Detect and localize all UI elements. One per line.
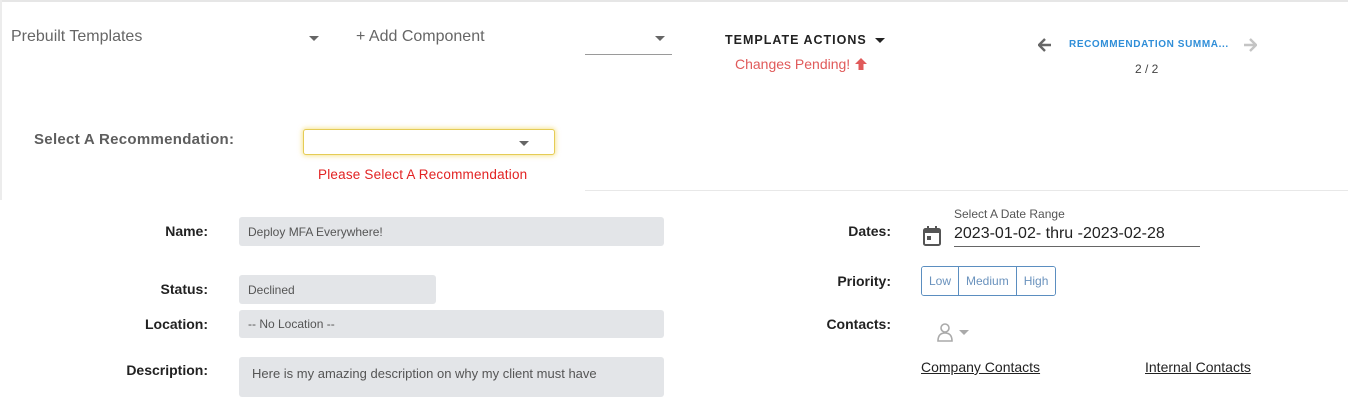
name-label: Name: [165, 223, 208, 239]
company-contacts-link[interactable]: Company Contacts [921, 359, 1040, 375]
caret-down-icon [309, 36, 319, 41]
recommendation-summary-tab[interactable]: RECOMMENDATION SUMMA... [1069, 39, 1229, 50]
arrow-up-icon [855, 58, 868, 70]
recommendation-select[interactable] [303, 129, 555, 155]
caret-down-icon [959, 329, 969, 335]
contacts-picker[interactable] [936, 322, 969, 342]
description-value: Here is my amazing description on why my… [252, 366, 597, 381]
priority-button-group: Low Medium High [921, 266, 1057, 296]
date-range-caption: Select A Date Range [954, 207, 1065, 221]
template-actions-label: TEMPLATE ACTIONS [725, 33, 867, 47]
changes-pending-text: Changes Pending! [735, 56, 851, 72]
calendar-icon[interactable] [922, 225, 942, 247]
top-border [0, 0, 1348, 2]
location-value: -- No Location -- [248, 317, 335, 331]
arrow-right-icon[interactable] [1243, 38, 1257, 52]
recommendation-error-message: Please Select A Recommendation [318, 167, 528, 182]
location-label: Location: [145, 316, 208, 332]
add-component-label: + Add Component [356, 28, 485, 45]
prebuilt-templates-label: Prebuilt Templates [11, 28, 143, 45]
priority-label: Priority: [837, 273, 891, 289]
internal-contacts-link[interactable]: Internal Contacts [1145, 359, 1251, 375]
prebuilt-templates-dropdown[interactable]: Prebuilt Templates [11, 28, 321, 50]
date-range-value: 2023-01-02- thru -2023-02-28 [954, 225, 1165, 242]
location-field[interactable]: -- No Location -- [239, 310, 664, 338]
add-component-button[interactable]: + Add Component [356, 28, 485, 50]
status-value: Declined [248, 282, 295, 297]
arrow-left-icon[interactable] [1038, 38, 1052, 52]
page-counter: 2 / 2 [1135, 62, 1159, 76]
caret-down-icon [874, 37, 885, 43]
select-recommendation-label: Select A Recommendation: [34, 131, 235, 148]
contacts-label: Contacts: [826, 316, 891, 332]
priority-high-button[interactable]: High [1015, 267, 1056, 295]
name-field[interactable]: Deploy MFA Everywhere! [239, 217, 664, 246]
status-label: Status: [160, 281, 208, 297]
priority-low-button[interactable]: Low [922, 267, 959, 295]
priority-medium-button[interactable]: Medium [958, 267, 1016, 295]
description-field[interactable]: Here is my amazing description on why my… [239, 357, 664, 397]
date-range-input[interactable]: 2023-01-02- thru -2023-02-28 [954, 225, 1200, 247]
caret-down-icon [655, 36, 665, 41]
caret-down-icon [519, 141, 529, 146]
left-border [0, 0, 2, 200]
component-select[interactable] [585, 28, 672, 55]
name-value: Deploy MFA Everywhere! [248, 224, 383, 239]
status-field[interactable]: Declined [239, 275, 436, 304]
section-divider [585, 190, 1348, 191]
changes-pending-indicator: Changes Pending! [735, 56, 868, 72]
template-actions-menu[interactable]: TEMPLATE ACTIONS [725, 32, 885, 48]
contact-person-icon [937, 323, 953, 342]
dates-label: Dates: [848, 223, 891, 239]
